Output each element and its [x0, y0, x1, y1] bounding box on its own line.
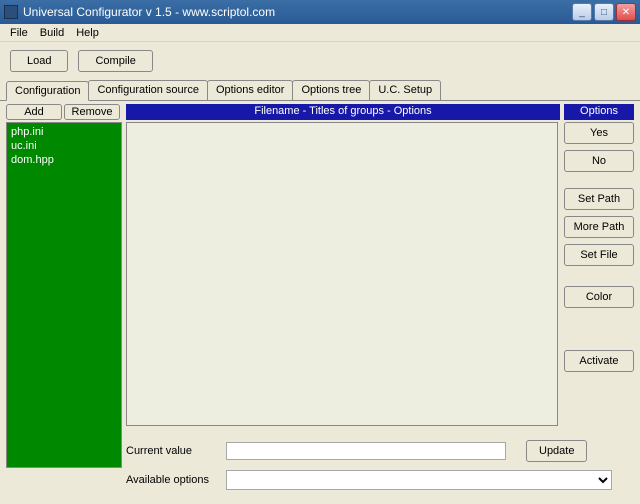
available-options-label: Available options	[126, 474, 216, 486]
current-value-input[interactable]	[226, 442, 506, 460]
file-item[interactable]: uc.ini	[11, 139, 117, 153]
file-item[interactable]: php.ini	[11, 125, 117, 139]
tab-strip: Configuration Configuration source Optio…	[0, 80, 640, 101]
set-file-button[interactable]: Set File	[564, 244, 634, 266]
compile-button[interactable]: Compile	[78, 50, 152, 72]
no-button[interactable]: No	[564, 150, 634, 172]
menubar: File Build Help	[0, 24, 640, 42]
menu-file[interactable]: File	[4, 27, 34, 39]
header-options: Options	[564, 104, 634, 120]
menu-build[interactable]: Build	[34, 27, 70, 39]
titlebar: Universal Configurator v 1.5 - www.scrip…	[0, 0, 640, 24]
activate-button[interactable]: Activate	[564, 350, 634, 372]
add-button[interactable]: Add	[6, 104, 62, 120]
tab-uc-setup[interactable]: U.C. Setup	[369, 80, 441, 100]
color-button[interactable]: Color	[564, 286, 634, 308]
available-options-select[interactable]	[226, 470, 612, 490]
file-list[interactable]: php.ini uc.ini dom.hpp	[6, 122, 122, 468]
menu-help[interactable]: Help	[70, 27, 105, 39]
tab-options-tree[interactable]: Options tree	[292, 80, 370, 100]
tab-configuration[interactable]: Configuration	[6, 81, 89, 101]
more-path-button[interactable]: More Path	[564, 216, 634, 238]
options-canvas	[126, 122, 558, 426]
tab-options-editor[interactable]: Options editor	[207, 80, 293, 100]
remove-button[interactable]: Remove	[64, 104, 120, 120]
close-button[interactable]: ✕	[616, 3, 636, 21]
window-title: Universal Configurator v 1.5 - www.scrip…	[23, 5, 572, 19]
maximize-button[interactable]: □	[594, 3, 614, 21]
tab-configuration-source[interactable]: Configuration source	[88, 80, 208, 100]
yes-button[interactable]: Yes	[564, 122, 634, 144]
current-value-label: Current value	[126, 445, 216, 457]
tab-content: Add Remove Filename - Titles of groups -…	[0, 101, 640, 504]
header-main: Filename - Titles of groups - Options	[126, 104, 560, 120]
minimize-button[interactable]: _	[572, 3, 592, 21]
side-buttons: Yes No Set Path More Path Set File Color…	[564, 122, 634, 426]
update-button[interactable]: Update	[526, 440, 587, 462]
app-icon	[4, 5, 18, 19]
set-path-button[interactable]: Set Path	[564, 188, 634, 210]
file-item[interactable]: dom.hpp	[11, 153, 117, 167]
load-button[interactable]: Load	[10, 50, 68, 72]
toolbar: Load Compile	[0, 42, 640, 80]
